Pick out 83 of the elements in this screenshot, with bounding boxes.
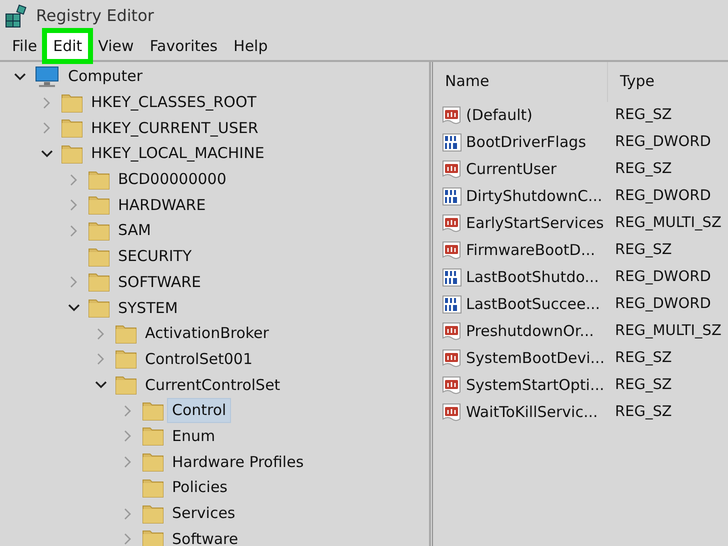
folder-icon — [115, 322, 137, 345]
tree-item[interactable]: HKEY_LOCAL_MACHINE — [87, 142, 268, 166]
tree-item[interactable]: BCD00000000 — [114, 168, 230, 192]
column-header[interactable]: Name — [433, 62, 608, 102]
folder-icon — [61, 117, 83, 140]
folder-icon — [115, 348, 137, 370]
tree-item[interactable]: ActivationBroker — [141, 322, 273, 346]
tree-item[interactable]: SECURITY — [114, 245, 196, 268]
folder-icon — [88, 271, 110, 294]
folder-icon — [88, 220, 110, 242]
tree-item[interactable]: Computer — [64, 65, 147, 88]
folder-icon — [61, 142, 83, 165]
value-name[interactable]: EarlyStartServices — [466, 212, 604, 235]
string-value-icon — [442, 106, 462, 126]
folder-icon — [115, 374, 137, 396]
folder-icon — [142, 528, 164, 546]
value-name[interactable]: (Default) — [466, 104, 533, 127]
window-title: Registry Editor — [36, 5, 154, 27]
string-value-icon — [442, 402, 462, 422]
tree-item[interactable]: Enum — [168, 424, 220, 448]
tree-item[interactable]: SYSTEM — [114, 296, 182, 320]
column-header[interactable]: Type — [608, 62, 662, 102]
string-value-icon — [442, 348, 462, 368]
value-name[interactable]: PreshutdownOr... — [466, 320, 594, 343]
value-name[interactable]: WaitToKillServic... — [466, 401, 598, 424]
tree-item[interactable]: Hardware Profiles — [168, 450, 308, 474]
value-type: REG_SZ — [614, 376, 672, 395]
registry-cubes-icon — [4, 4, 28, 28]
string-value-icon — [442, 240, 462, 260]
menu-item[interactable]: Help — [228, 33, 274, 59]
menu-item[interactable]: View — [92, 33, 140, 59]
menu-item[interactable]: File — [6, 33, 44, 59]
value-name[interactable]: DirtyShutdownC... — [466, 185, 602, 208]
value-type: REG_SZ — [614, 402, 672, 422]
value-type: REG_SZ — [614, 106, 672, 125]
tree-item[interactable]: Software — [168, 528, 242, 546]
value-name[interactable]: CurrentUser — [466, 158, 557, 181]
folder-icon — [142, 476, 164, 499]
tree-item[interactable]: SAM — [114, 219, 156, 242]
folder-icon — [88, 194, 110, 216]
folder-icon — [88, 246, 110, 268]
value-type: REG_SZ — [614, 348, 672, 368]
value-name[interactable]: BootDriverFlags — [466, 131, 586, 154]
value-type: REG_DWORD — [614, 132, 711, 152]
folder-icon — [61, 92, 83, 114]
value-type: REG_MULTI_SZ — [614, 322, 722, 341]
value-type: REG_DWORD — [614, 268, 711, 287]
string-value-icon — [442, 214, 462, 234]
binary-value-icon — [442, 268, 462, 288]
value-type: REG_SZ — [614, 160, 672, 179]
folder-icon — [142, 502, 164, 525]
binary-value-icon — [442, 186, 462, 206]
tree-item[interactable]: Control — [168, 399, 230, 422]
folder-icon — [142, 425, 164, 448]
folder-icon — [142, 451, 164, 474]
tree-item[interactable]: ControlSet001 — [141, 348, 256, 371]
binary-value-icon — [442, 294, 462, 314]
value-name[interactable]: SystemStartOpti... — [466, 374, 604, 397]
tree-item[interactable]: SOFTWARE — [114, 270, 206, 294]
folder-icon — [88, 297, 110, 320]
value-type: REG_MULTI_SZ — [614, 214, 722, 233]
value-name[interactable]: LastBootShutdo... — [466, 266, 599, 289]
binary-value-icon — [442, 132, 462, 152]
tree-item[interactable]: Policies — [168, 476, 232, 500]
value-name[interactable]: LastBootSuccee... — [466, 293, 600, 316]
value-type: REG_DWORD — [614, 294, 711, 314]
tree-item[interactable]: HKEY_CLASSES_ROOT — [87, 91, 260, 114]
tree-item[interactable]: CurrentControlSet — [141, 374, 284, 397]
tree-item[interactable]: Services — [168, 502, 240, 526]
value-type: REG_SZ — [614, 240, 672, 260]
value-name[interactable]: FirmwareBootD... — [466, 239, 596, 262]
tree-item[interactable]: HARDWARE — [114, 194, 210, 217]
menu-item[interactable]: Favorites — [144, 33, 224, 59]
value-type: REG_DWORD — [614, 186, 711, 206]
tree-item[interactable]: HKEY_CURRENT_USER — [87, 116, 262, 140]
folder-icon — [88, 168, 110, 191]
folder-icon — [142, 400, 164, 422]
value-name[interactable]: SystemBootDevi... — [466, 347, 605, 370]
string-value-icon — [442, 322, 462, 342]
computer-icon — [34, 66, 60, 88]
menu-item[interactable]: Edit — [47, 33, 88, 59]
string-value-icon — [442, 160, 462, 180]
string-value-icon — [442, 376, 462, 396]
